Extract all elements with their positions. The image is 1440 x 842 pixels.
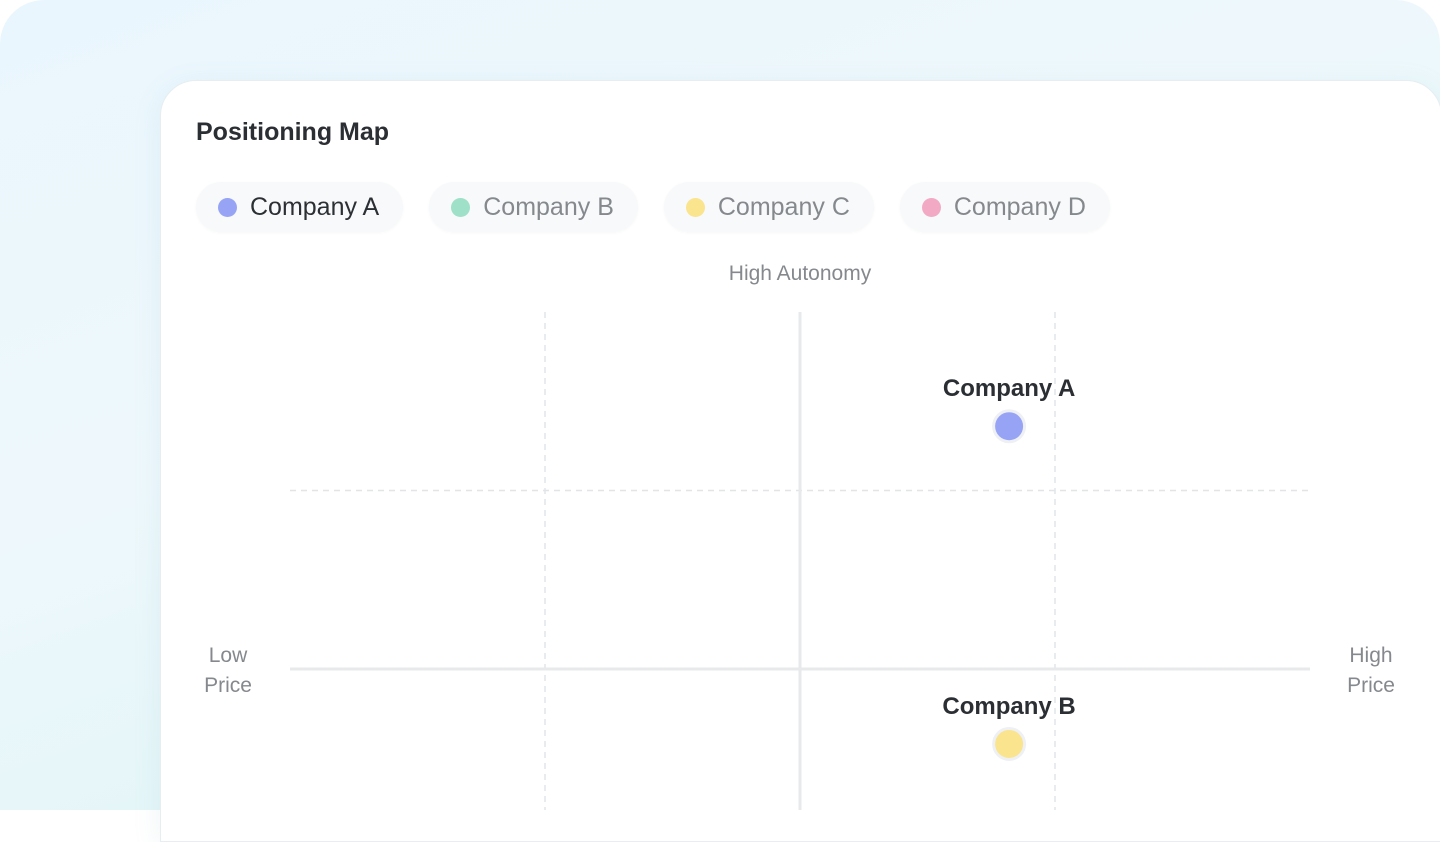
- point-label-company-a: Company A: [943, 375, 1075, 402]
- point-company-b: [995, 729, 1024, 758]
- point-label-company-b: Company B: [942, 693, 1075, 720]
- point-company-a: [995, 412, 1024, 441]
- positioning-plot: Company A Company B: [290, 312, 1310, 810]
